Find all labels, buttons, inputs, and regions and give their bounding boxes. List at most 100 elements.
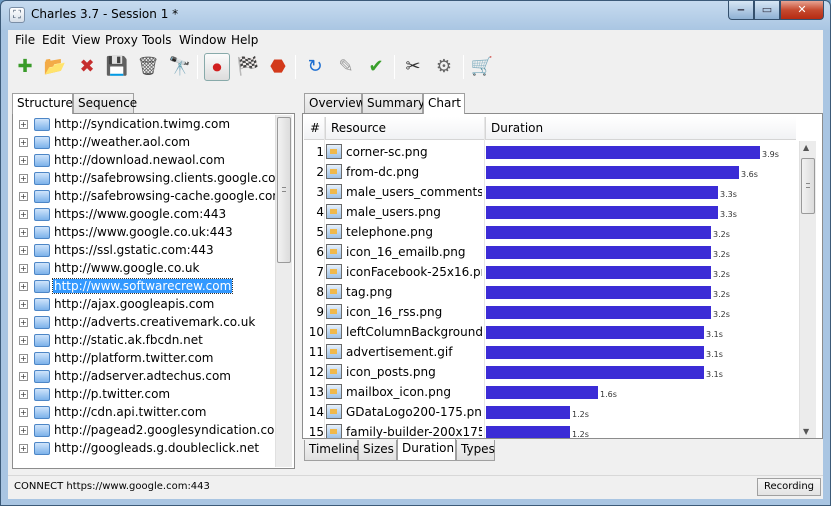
menu-help[interactable]: Help: [231, 33, 258, 47]
record-button[interactable]: ⏺: [204, 53, 230, 81]
menu-tools[interactable]: Tools: [142, 33, 172, 47]
table-row[interactable]: 12 icon_posts.png 3.1s: [304, 362, 796, 382]
settings-button[interactable]: ⚙: [431, 53, 457, 81]
expand-node-icon[interactable]: +: [19, 282, 28, 291]
table-row[interactable]: 2 from-dc.png 3.6s: [304, 162, 796, 182]
table-row[interactable]: 13 mailbox_icon.png 1.6s: [304, 382, 796, 402]
expand-node-icon[interactable]: +: [19, 426, 28, 435]
menu-window[interactable]: Window: [179, 33, 226, 47]
table-row[interactable]: 11 advertisement.gif 3.1s: [304, 342, 796, 362]
save-session-button[interactable]: 💾: [104, 53, 130, 81]
tree-node[interactable]: + http://cdn.api.twitter.com: [13, 404, 275, 422]
tree-scrollbar[interactable]: [275, 115, 292, 467]
tools-button[interactable]: ✂: [400, 53, 426, 81]
tree-node[interactable]: + http://p.twitter.com: [13, 386, 275, 404]
table-row[interactable]: 6 icon_16_emailb.png 3.2s: [304, 242, 796, 262]
tree-node[interactable]: + http://adverts.creativemark.co.uk: [13, 314, 275, 332]
expand-node-icon[interactable]: +: [19, 408, 28, 417]
clear-session-button[interactable]: 🗑: [135, 53, 161, 81]
scroll-up-arrow-icon[interactable]: ▲: [803, 143, 809, 152]
menu-view[interactable]: View: [72, 33, 100, 47]
tree-node[interactable]: + http://ajax.googleapis.com: [13, 296, 275, 314]
expand-node-icon[interactable]: +: [19, 174, 28, 183]
tab-overview[interactable]: Overview: [304, 93, 366, 113]
chart-scrollbar-thumb[interactable]: [801, 158, 815, 214]
menu-proxy[interactable]: Proxy: [105, 33, 138, 47]
table-row[interactable]: 10 leftColumnBackground... 3.1s: [304, 322, 796, 342]
tab-timeline[interactable]: Timeline: [304, 440, 360, 461]
expand-node-icon[interactable]: +: [19, 192, 28, 201]
repeat-button[interactable]: ↻: [302, 53, 328, 81]
tree-node[interactable]: + http://googleads.g.doubleclick.net: [13, 440, 275, 458]
stop-breakpoints-button[interactable]: ⬣: [265, 53, 291, 81]
row-number: 8: [316, 285, 324, 299]
new-session-button[interactable]: ✚: [12, 53, 38, 81]
expand-node-icon[interactable]: +: [19, 228, 28, 237]
tree-node[interactable]: + http://safebrowsing.clients.google.com: [13, 170, 287, 188]
close-window-button[interactable]: ✕: [780, 1, 824, 20]
expand-node-icon[interactable]: +: [19, 300, 28, 309]
tree-node[interactable]: + http://static.ak.fbcdn.net: [13, 332, 275, 350]
expand-node-icon[interactable]: +: [19, 372, 28, 381]
expand-node-icon[interactable]: +: [19, 390, 28, 399]
duration-bar: [486, 406, 570, 419]
tree-node[interactable]: + https://www.google.com:443: [13, 206, 275, 224]
chart-scrollbar[interactable]: ▲ ▼: [799, 141, 816, 438]
expand-node-icon[interactable]: +: [19, 156, 28, 165]
expand-node-icon[interactable]: +: [19, 444, 28, 453]
find-button[interactable]: 🔭: [167, 53, 193, 81]
tree-node[interactable]: + http://weather.aol.com: [13, 134, 275, 152]
menu-edit[interactable]: Edit: [42, 33, 65, 47]
tree-scrollbar-thumb[interactable]: [277, 117, 291, 263]
expand-node-icon[interactable]: +: [19, 336, 28, 345]
tree-node[interactable]: + http://pagead2.googlesyndication.com: [13, 422, 286, 440]
tree-node[interactable]: + http://www.google.co.uk: [13, 260, 275, 278]
expand-node-icon[interactable]: +: [19, 246, 28, 255]
tab-duration[interactable]: Duration: [397, 439, 456, 461]
tree-node[interactable]: + https://ssl.gstatic.com:443: [13, 242, 275, 260]
table-row[interactable]: 8 tag.png 3.2s: [304, 282, 796, 302]
table-row[interactable]: 15 family-builder-200x175.... 1.2s: [304, 422, 796, 438]
tab-sizes[interactable]: Sizes: [358, 440, 397, 461]
tree-node[interactable]: + http://www.softwarecrew.com: [13, 278, 275, 296]
expand-node-icon[interactable]: +: [19, 120, 28, 129]
throttle-button[interactable]: 🏁: [235, 53, 261, 81]
tab-sequence[interactable]: Sequence: [73, 93, 137, 113]
tree-node[interactable]: + http://safebrowsing-cache.google.com: [13, 188, 284, 206]
menu-file[interactable]: File: [15, 33, 35, 47]
table-row[interactable]: 4 male_users.png 3.3s: [304, 202, 796, 222]
expand-node-icon[interactable]: +: [19, 210, 28, 219]
validate-button[interactable]: ✔: [363, 53, 389, 81]
close-session-button[interactable]: ✖: [74, 53, 100, 81]
table-row[interactable]: 9 icon_16_rss.png 3.2s: [304, 302, 796, 322]
table-row[interactable]: 1 corner-sc.png 3.9s: [304, 142, 796, 162]
minimize-button[interactable]: ‒: [728, 1, 754, 20]
tab-chart[interactable]: Chart: [423, 93, 465, 114]
table-row[interactable]: 3 male_users_comments.... 3.3s: [304, 182, 796, 202]
expand-node-icon[interactable]: +: [19, 354, 28, 363]
tab-structure[interactable]: Structure: [12, 93, 73, 114]
maximize-button[interactable]: ▭: [754, 1, 780, 20]
column-resource[interactable]: Resource: [331, 121, 386, 135]
tab-summary[interactable]: Summary: [362, 93, 425, 113]
expand-node-icon[interactable]: +: [19, 264, 28, 273]
column-number[interactable]: #: [310, 121, 320, 135]
duration-bar: [486, 386, 598, 399]
tree-node[interactable]: + http://platform.twitter.com: [13, 350, 275, 368]
recording-indicator[interactable]: Recording: [757, 478, 821, 496]
scroll-down-arrow-icon[interactable]: ▼: [803, 427, 809, 436]
column-duration[interactable]: Duration: [491, 121, 543, 135]
tree-node[interactable]: + http://download.newaol.com: [13, 152, 275, 170]
tree-node[interactable]: + http://adserver.adtechus.com: [13, 368, 275, 386]
edit-button[interactable]: ✎: [333, 53, 359, 81]
table-row[interactable]: 14 GDataLogo200-175.png 1.2s: [304, 402, 796, 422]
shop-cart-button[interactable]: 🛒: [469, 53, 495, 81]
open-session-button[interactable]: 📂: [42, 53, 68, 81]
tree-node[interactable]: + https://www.google.co.uk:443: [13, 224, 275, 242]
expand-node-icon[interactable]: +: [19, 318, 28, 327]
table-row[interactable]: 7 iconFacebook-25x16.png 3.2s: [304, 262, 796, 282]
table-row[interactable]: 5 telephone.png 3.2s: [304, 222, 796, 242]
tree-node[interactable]: + http://syndication.twimg.com: [13, 116, 275, 134]
expand-node-icon[interactable]: +: [19, 138, 28, 147]
tab-types[interactable]: Types: [456, 440, 495, 461]
